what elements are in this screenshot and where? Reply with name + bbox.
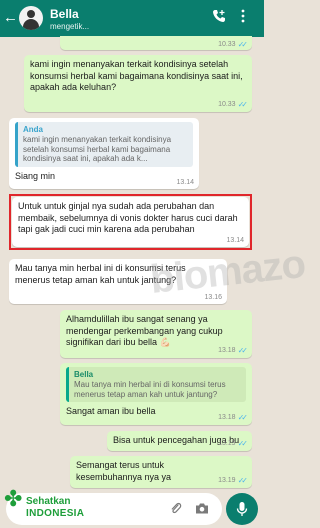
contact-name[interactable]: Bella [50,7,79,21]
microphone-button[interactable] [226,493,258,525]
message-text: kami ingin menanyakan terkait kondisinya… [30,59,243,92]
more-vertical-icon[interactable] [240,9,246,23]
quote-text: kami ingin menanyakan terkait kondisinya… [23,135,172,163]
message-text: Siang min [15,170,56,181]
watermark: biomazo [148,242,308,302]
message-bubble-reply[interactable]: Anda kami ingin menanyakan terkait kondi… [9,118,199,189]
camera-icon[interactable] [195,502,209,520]
read-ticks-icon: ✓✓ [237,100,249,109]
sehatkan-indonesia-logo: ✤ Sehatkan INDONESIA [4,484,100,528]
leaf-logo-icon: ✤ [4,486,23,511]
read-ticks-icon: ✓✓ [237,476,249,485]
quote-author: Anda [23,125,43,134]
call-add-icon[interactable] [212,9,226,23]
typing-status: mengetik... [50,22,90,31]
avatar[interactable] [19,6,43,30]
message-bubble[interactable]: Alhamdulillah ibu sangat senang ya mende… [60,310,252,358]
message-time: 13.19 [218,440,236,447]
read-ticks-icon: ✓✓ [237,439,249,448]
attach-icon[interactable] [170,502,182,521]
microphone-icon [236,502,248,516]
quote-author: Bella [74,370,94,379]
logo-text-top: Sehatkan [26,496,71,507]
message-time: 10.33 [218,101,236,108]
message-time: 13.19 [218,477,236,484]
arrow-left-icon[interactable]: ← [3,10,18,25]
message-bubble-reply[interactable]: Bella Mau tanya min herbal ini di konsum… [60,363,252,425]
read-ticks-icon: ✓✓ [237,40,249,49]
message-text: Alhamdulillah ibu sangat senang ya mende… [66,314,223,347]
message-time: 13.14 [176,179,194,186]
message-bubble[interactable]: kami ingin menanyakan terkait kondisinya… [24,55,252,112]
quoted-message[interactable]: Anda kami ingin menanyakan terkait kondi… [15,122,193,167]
message-bubble[interactable]: 10.33 ✓✓ [60,36,252,50]
read-ticks-icon: ✓✓ [237,346,249,355]
chat-header: ← Bella mengetik... [0,0,264,37]
highlight-box [9,194,252,250]
message-bubble[interactable]: Bisa untuk pencegahan juga bu 13.19 ✓✓ [107,431,252,451]
quoted-message[interactable]: Bella Mau tanya min herbal ini di konsum… [66,367,246,402]
message-time: 13.18 [218,414,236,421]
message-time: 13.18 [218,347,236,354]
logo-text-bottom: INDONESIA [26,508,85,519]
read-ticks-icon: ✓✓ [237,413,249,422]
quote-text: Mau tanya min herbal ini di konsumsi ter… [74,380,226,399]
message-time: 10.33 [218,41,236,48]
